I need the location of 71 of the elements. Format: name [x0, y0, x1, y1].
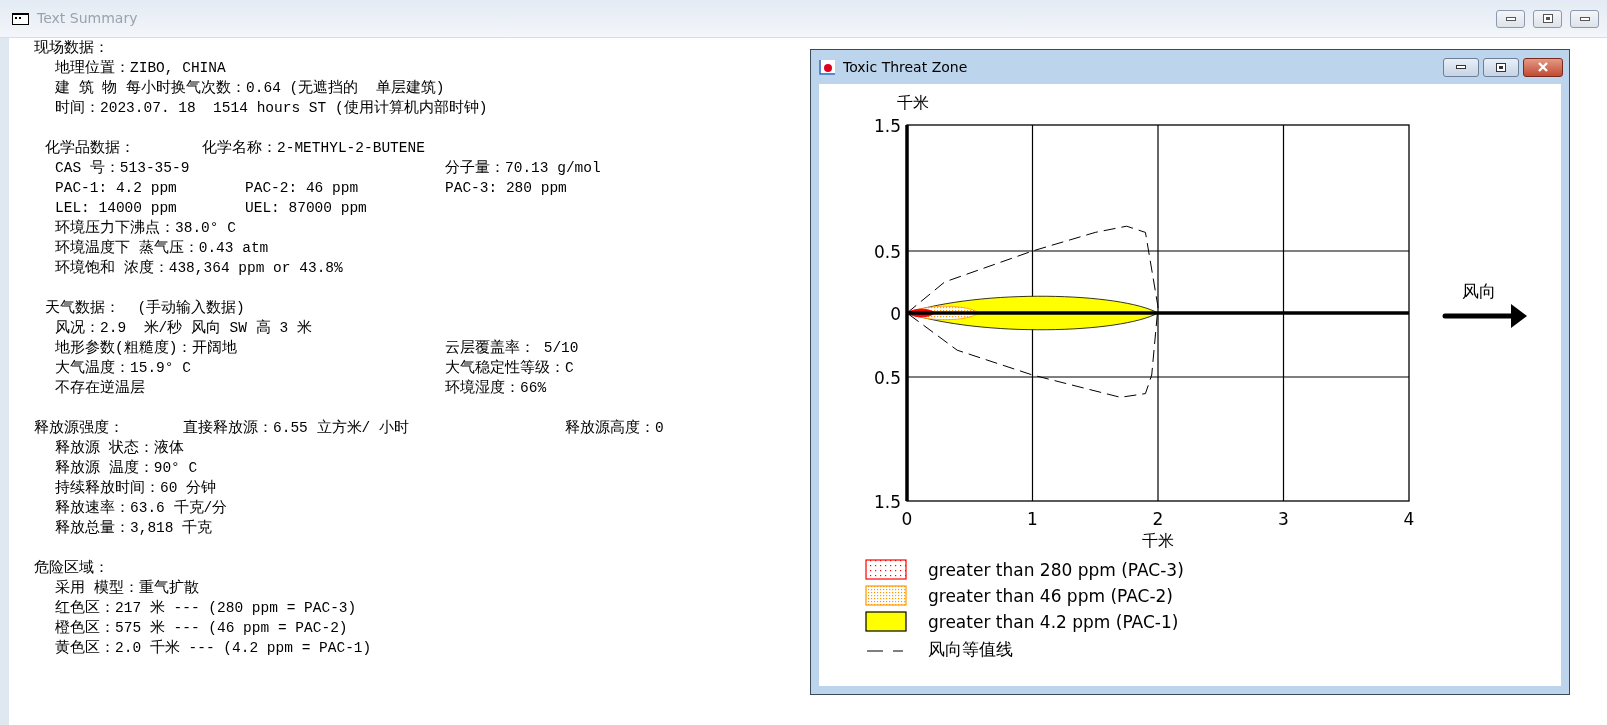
summary-text: 红色区：217 米 --- (280 ppm = PAC-3) [55, 600, 357, 616]
window-icon [12, 12, 29, 25]
axis-unit-label: 千米 [897, 93, 929, 112]
summary-text: 黄色区：2.0 千米 --- (4.2 ppm = PAC-1) [55, 640, 372, 656]
section-heading: 现场数据： [34, 40, 109, 56]
summary-text: 不存在逆温层 [55, 380, 145, 396]
chart-icon [819, 59, 835, 75]
minimize-icon [1579, 16, 1590, 21]
section-heading: 危险区域： [34, 560, 109, 576]
summary-text: 橙色区：575 米 --- (46 ppm = PAC-2) [55, 620, 348, 636]
legend-label: greater than 280 ppm (PAC-3) [928, 560, 1184, 580]
summary-text: 采用 模型：重气扩散 [55, 580, 199, 596]
restore-icon [1542, 14, 1553, 23]
minimize-button[interactable] [1496, 9, 1525, 28]
summary-text: 环境饱和 浓度：438,364 ppm or 43.8% [55, 260, 343, 276]
axis-tick-label: 0.5 [873, 368, 901, 388]
legend-label: 风向等值线 [928, 639, 1013, 659]
section-heading: 天气数据： (手动输入数据) [45, 300, 245, 316]
axis-tick-label: 4 [1403, 509, 1415, 529]
summary-text: 释放源 温度：90° C [55, 460, 198, 476]
axis-tick-label: 1.5 [873, 492, 901, 512]
axis-tick-label: 1 [1027, 509, 1038, 529]
restore-button[interactable] [1483, 57, 1519, 77]
summary-text: PAC-1: 4.2 ppm [55, 180, 177, 196]
summary-text: 时间：2023.07. 18 1514 hours ST (使用计算机内部时钟) [55, 100, 488, 116]
summary-text: 释放总量：3,818 千克 [55, 520, 213, 536]
summary-text: 地形参数(粗糙度)：开阔地 [55, 340, 238, 356]
legend-label: greater than 4.2 ppm (PAC-1) [928, 612, 1179, 632]
summary-text: LEL: 14000 ppm [55, 200, 177, 216]
wind-direction-label: 风向 [1462, 281, 1496, 301]
summary-text: 环境压力下沸点：38.0° C [55, 220, 236, 236]
summary-text: 地理位置：ZIBO, CHINA [55, 60, 226, 76]
summary-text: PAC-2: 46 ppm [245, 180, 359, 196]
axis-tick-label: 0 [890, 304, 901, 324]
summary-text: 释放源高度：0 [565, 420, 664, 436]
summary-text: 释放速率：63.6 千克/分 [55, 500, 228, 516]
summary-text: 释放源 状态：液体 [55, 440, 184, 456]
axis-unit-label: 千米 [1142, 531, 1174, 550]
section-heading: 释放源强度： [34, 420, 124, 436]
axis-tick-label: 1.5 [873, 116, 901, 136]
minimize-icon [1456, 65, 1466, 69]
summary-text: 化学名称：2-METHYL-2-BUTENE [202, 140, 425, 156]
summary-text: 环境温度下 蒸气压：0.43 atm [55, 240, 269, 256]
summary-text: 大气温度：15.9° C [55, 360, 191, 376]
summary-text: 直接释放源：6.55 立方米/ 小时 [183, 420, 409, 436]
axis-tick-label: 2 [1152, 509, 1164, 529]
minimize-button[interactable] [1443, 57, 1479, 77]
axis-tick-label: 0.5 [873, 242, 901, 262]
section-heading: 化学品数据： [45, 140, 135, 156]
summary-text: 环境湿度：66% [445, 380, 547, 396]
wind-arrow-icon [1442, 304, 1527, 328]
summary-text: 大气稳定性等级：C [445, 360, 574, 376]
summary-text: 云层覆盖率： 5/10 [445, 340, 579, 356]
summary-text: CAS 号：513-35-9 [55, 160, 190, 176]
summary-text: UEL: 87000 ppm [245, 200, 367, 216]
close-button[interactable] [1570, 9, 1599, 28]
restore-icon [1496, 62, 1506, 72]
restore-button[interactable] [1533, 9, 1562, 28]
legend-label: greater than 46 ppm (PAC-2) [928, 586, 1173, 606]
minimize-icon [1505, 16, 1516, 21]
close-button[interactable] [1523, 57, 1563, 77]
summary-text: 建 筑 物 每小时换气次数：0.64 (无遮挡的 单层建筑) [55, 80, 445, 96]
window-title: Text Summary [37, 9, 138, 28]
summary-text: 持续释放时间：60 分钟 [55, 480, 217, 496]
summary-text: PAC-3: 280 ppm [445, 180, 567, 196]
summary-text: 风况：2.9 米/秒 风向 SW 高 3 米 [55, 320, 312, 336]
axis-tick-label: 0 [901, 509, 913, 529]
window-title: Toxic Threat Zone [843, 57, 968, 77]
close-icon [1537, 62, 1549, 72]
summary-text: 分子量：70.13 g/mol [445, 160, 601, 176]
axis-tick-label: 3 [1278, 509, 1289, 529]
